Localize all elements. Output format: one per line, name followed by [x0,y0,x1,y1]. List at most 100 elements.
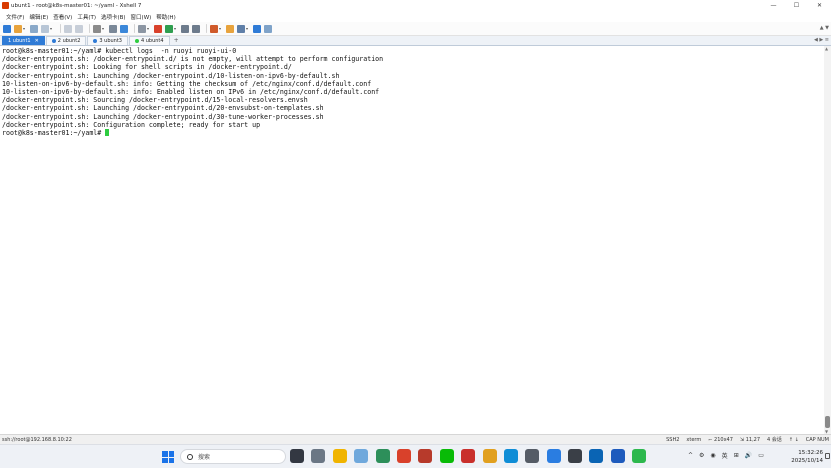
terminal-line: 10-listen-on-ipv6-by-default.sh: info: E… [2,88,380,97]
clock-time: 15:32:26 [798,450,823,456]
paste-icon[interactable] [75,24,83,33]
app-green-icon[interactable] [632,449,647,463]
menu-tools[interactable]: 工具(T) [77,13,96,21]
dropdown-caret-icon[interactable]: ▾ [23,26,27,31]
protocol-indicator: SSH2 [666,436,680,443]
session-status-icon [51,39,56,43]
open-folder-icon[interactable] [14,24,22,33]
notification-icon[interactable] [825,453,830,459]
toolbar-separator [134,24,135,33]
tab-ubunt2[interactable]: 2 ubunt2 [45,36,87,45]
terminal-output[interactable]: root@k8s-master01:~/yaml# kubectl logs -… [0,46,831,434]
folder-icon[interactable] [226,24,234,33]
vscode-icon[interactable] [589,449,604,463]
folder-icon[interactable] [332,449,347,463]
keyboard-icon[interactable] [192,24,200,33]
dropdown-caret-icon[interactable]: ▾ [50,26,54,31]
chat-icon[interactable] [264,24,272,33]
terminal-line: /docker-entrypoint.sh: Launching /docker… [2,71,340,80]
windows-start-icon[interactable] [162,451,174,463]
connect-icon[interactable] [30,24,38,33]
menu-edit[interactable]: 编辑(E) [29,13,48,21]
new-session-icon[interactable] [3,24,11,33]
xmanager-icon[interactable] [165,24,173,33]
terminal-prompt: root@k8s-master01:~/yaml# [2,129,106,138]
edge-dev-icon[interactable] [354,449,369,463]
search-icon [187,453,193,460]
help-icon[interactable] [253,24,261,33]
dropdown-caret-icon[interactable]: ▾ [102,26,106,31]
clock-date: 2025/10/14 [791,458,823,464]
word-icon[interactable] [610,449,625,463]
close-tab-icon[interactable]: ✕ [35,38,39,44]
minimize-button[interactable]: — [762,0,785,11]
app-dark-icon[interactable] [568,449,583,463]
lock-icon[interactable] [181,24,189,33]
tab-ubunt4[interactable]: 4 ubunt4 [128,36,170,45]
xshell-icon[interactable] [396,449,411,463]
tray-icon-3[interactable]: 英 [722,451,728,460]
terminal-line: /docker-entrypoint.sh: /docker-entrypoin… [2,55,384,64]
terminal-scrollbar[interactable]: ▲ ▼ [824,46,831,434]
globe-icon[interactable] [120,24,128,33]
xftp-icon[interactable] [154,24,162,33]
taskbar-search-box[interactable]: 搜索 [180,449,286,464]
script-icon[interactable] [138,24,146,33]
disconnect-icon[interactable] [41,24,49,33]
menu-view[interactable]: 查看(V) [53,13,72,21]
tray-icon-6[interactable]: ▭ [758,452,764,459]
session-count: 4 会话 [767,437,782,443]
tab-label: 4 ubunt4 [140,38,164,44]
chrome-icon[interactable] [482,449,497,463]
close-button[interactable]: ✕ [808,0,831,11]
window-controls: — ☐ ✕ [762,0,831,11]
find-icon[interactable] [93,24,101,33]
edge-icon[interactable] [503,449,518,463]
scroll-up-icon[interactable]: ▲ [825,46,828,51]
toolbar: ▾ ▾ ▾ ▾ ▾ ▾ ▾ ▲ ▼ [0,22,831,36]
session-status-icon [134,39,139,43]
file-explorer-icon[interactable] [290,449,304,463]
scrollbar-thumb[interactable] [825,416,830,428]
app-gray-icon[interactable] [525,449,540,463]
session-status-icon [93,39,98,43]
tray-icon-1[interactable]: ⚙ [699,452,704,459]
copy-icon[interactable] [64,24,72,33]
properties-icon[interactable] [109,24,117,33]
tab-ubunt1[interactable]: 1 ubunt1 ✕ [2,36,45,45]
photos-icon[interactable] [375,449,390,463]
taskbar: 搜索 ^ ⚙ ◉ 英 ⊞ 🔊 ▭ 15:32:26 2025/10/14 [0,444,831,468]
layout-icon[interactable] [237,24,245,33]
menu-help[interactable]: 帮助(H) [156,13,175,21]
settings-icon[interactable] [311,449,326,463]
system-clock[interactable]: 15:32:26 2025/10/14 [791,449,823,465]
tray-icon-5[interactable]: 🔊 [745,452,752,459]
menu-file[interactable]: 文件(F) [6,13,24,21]
feishu-icon[interactable] [546,449,561,463]
menu-tab[interactable]: 选项卡(B) [101,13,126,21]
tray-icon-0[interactable]: ^ [688,452,693,459]
app-red-icon[interactable] [461,449,476,463]
status-bar: ssh://root@192.168.8.10:22 SSH2 xterm ⌐ … [0,434,831,444]
menu-window[interactable]: 窗口(W) [131,13,152,21]
terminal-cursor [105,129,110,137]
highlight-icon[interactable] [210,24,218,33]
tray-icon-4[interactable]: ⊞ [734,452,739,459]
session-tab-bar: 1 ubunt1 ✕ 2 ubunt2 3 ubunt3 4 ubunt4 + … [0,36,831,46]
dropdown-caret-icon[interactable]: ▾ [219,26,223,31]
add-tab-button[interactable]: + [171,36,182,45]
wechat-icon[interactable] [439,449,454,463]
tab-ubunt3[interactable]: 3 ubunt3 [87,36,128,45]
xftp-icon[interactable] [418,449,433,463]
terminal-prompt-line[interactable]: root@k8s-master01:~/yaml# [2,129,829,137]
dropdown-caret-icon[interactable]: ▾ [147,26,151,31]
terminal-line: /docker-entrypoint.sh: Launching /docker… [2,112,324,121]
tab-label: 2 ubunt2 [57,38,81,44]
dropdown-caret-icon[interactable]: ▾ [246,26,250,31]
tray-icon-2[interactable]: ◉ [710,452,715,459]
dropdown-caret-icon[interactable]: ▾ [174,26,178,31]
maximize-button[interactable]: ☐ [785,0,808,11]
terminal-line: root@k8s-master01:~/yaml# kubectl logs -… [2,47,237,55]
toolbar-scroll-arrows[interactable]: ▲ ▼ [820,25,829,31]
tab-navigation-arrows[interactable]: ◀ ▶ ≡ [814,37,829,43]
